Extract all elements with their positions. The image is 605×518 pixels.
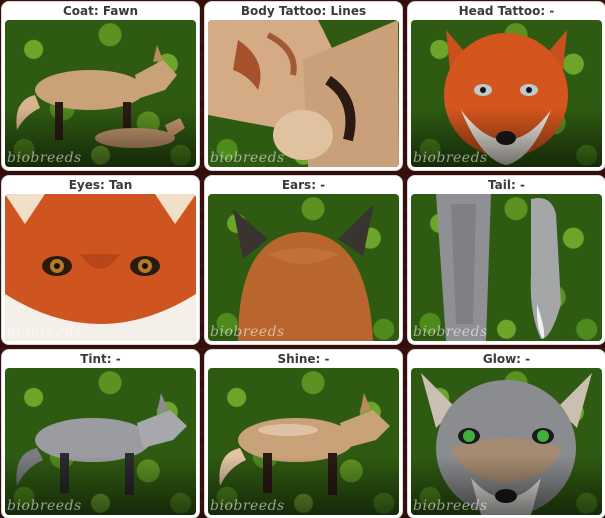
watermark: biobreeds [210,324,285,340]
fox-face-icon [444,30,568,165]
trait-preview-shine: biobreeds [208,368,399,515]
trait-title-eyes: Eyes: Tan [68,178,133,192]
trait-title-body-tattoo: Body Tattoo: Lines [240,4,367,18]
trait-card-coat[interactable]: Coat: Fawn biobreeds [2,2,199,170]
trait-card-body-tattoo[interactable]: Body Tattoo: Lines biobreeds [205,2,402,170]
trait-title-tail: Tail: - [488,178,525,192]
trait-preview-head-tattoo: biobreeds [411,20,602,167]
trait-preview-coat: biobreeds [5,20,196,167]
fox-eyes-closeup-icon [5,194,196,341]
trait-preview-eyes: biobreeds [5,194,196,341]
fox-ears-back-icon [233,204,374,341]
trait-card-ears[interactable]: Ears: - biobreeds [205,176,402,344]
trait-card-tail[interactable]: Tail: - biobreeds [408,176,605,344]
trait-title-ears: Ears: - [281,178,326,192]
watermark: biobreeds [7,498,82,514]
trait-preview-ears: biobreeds [208,194,399,341]
trait-grid: Coat: Fawn biobreeds Body Tattoo: Lines [2,2,605,518]
trait-preview-body-tattoo: biobreeds [208,20,399,167]
trait-title-tint: Tint: - [80,352,121,366]
trait-title-coat: Coat: Fawn [62,4,139,18]
trait-card-shine[interactable]: Shine: - biobreeds [205,350,402,518]
trait-title-shine: Shine: - [277,352,330,366]
trait-card-tint[interactable]: Tint: - biobreeds [2,350,199,518]
watermark: biobreeds [413,498,488,514]
fox-standing-shine-icon [219,393,390,495]
trait-preview-tail: biobreeds [411,194,602,341]
trait-preview-tint: biobreeds [5,368,196,515]
trait-title-head-tattoo: Head Tattoo: - [458,4,555,18]
watermark: biobreeds [7,150,82,166]
trait-title-glow: Glow: - [482,352,531,366]
watermark: biobreeds [210,498,285,514]
watermark: biobreeds [413,324,488,340]
trait-card-glow[interactable]: Glow: - biobreeds [408,350,605,518]
fox-tails-icon [436,194,561,341]
grey-fox-standing-icon [16,393,187,495]
grey-fox-face-glow-icon [421,373,592,515]
trait-preview-glow: biobreeds [411,368,602,515]
watermark: biobreeds [7,324,82,340]
fox-standing-icon [16,45,185,148]
fox-body-closeup-icon [208,20,399,167]
trait-card-eyes[interactable]: Eyes: Tan biobreeds [2,176,199,344]
trait-card-head-tattoo[interactable]: Head Tattoo: - biobreeds [408,2,605,170]
watermark: biobreeds [413,150,488,166]
watermark: biobreeds [210,150,285,166]
